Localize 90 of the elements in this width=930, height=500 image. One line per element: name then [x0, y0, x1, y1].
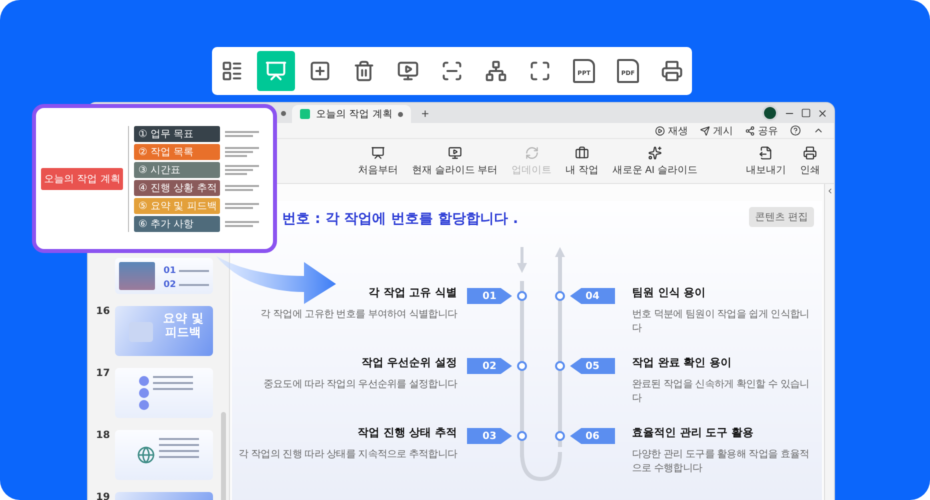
- number-tag: 03: [467, 428, 512, 444]
- dot-icon: [398, 112, 404, 116]
- item-description: 다양한 관리 도구를 활용해 작업을 효율적으로 수행합니다: [632, 448, 810, 476]
- frame-icon: [441, 60, 463, 82]
- leaf-text-lines: [225, 130, 260, 136]
- sparkle-icon: [648, 146, 662, 160]
- item-description: 번호 덕분에 팀원이 작업을 쉽게 인식합니다: [632, 308, 810, 336]
- header-action[interactable]: 재생: [655, 124, 688, 138]
- briefcase-icon: [574, 146, 589, 160]
- timeline-node: [555, 431, 565, 441]
- item-title: 각 작업 고유 식별: [368, 285, 457, 300]
- item-title: 팀원 인식 용이: [632, 285, 706, 300]
- slide-play-icon: [448, 146, 462, 160]
- item-title: 작업 완료 확인 용이: [632, 355, 732, 370]
- number-tag: 05: [570, 358, 615, 374]
- print-icon: [803, 146, 817, 160]
- export-icon: [759, 146, 773, 160]
- document-tab[interactable]: 오늘의 작업 계획: [292, 105, 412, 123]
- send-icon: [700, 126, 710, 136]
- photo-placeholder: [119, 262, 156, 290]
- slide-number: 17: [96, 368, 111, 379]
- timeline-node: [517, 431, 527, 441]
- new-tab-button[interactable]: +: [417, 106, 433, 120]
- number-tag: 06: [570, 428, 615, 444]
- item-description: 각 작업에 고유한 번호를 부여하여 식별합니다: [260, 308, 457, 322]
- document-icon: [300, 109, 310, 119]
- maximize-icon[interactable]: [801, 108, 811, 118]
- mind-map-node: ② 작업 목록: [134, 144, 220, 160]
- item-description: 각 작업의 진행 따라 상태를 지속적으로 추적합니다: [238, 448, 457, 462]
- ribbon-button[interactable]: 현재 슬라이드 부터: [412, 146, 498, 176]
- leaf-text-lines: [225, 184, 260, 190]
- ribbon-button[interactable]: 처음부터: [358, 146, 398, 176]
- scrollbar-thumb[interactable]: [221, 412, 226, 500]
- timeline-node: [517, 361, 527, 371]
- play-icon: [397, 60, 419, 82]
- play-icon: [655, 126, 665, 136]
- globe-icon: [137, 446, 155, 464]
- mind-map-node: ⑥ 추가 사항: [134, 216, 220, 232]
- leaf-text-lines: [225, 202, 260, 208]
- number-tag: 01: [467, 288, 512, 304]
- item-title: 효율적인 관리 도구 활용: [632, 425, 754, 440]
- ribbon-button[interactable]: 내 작업: [566, 146, 598, 176]
- help-icon[interactable]: [790, 125, 801, 136]
- outline-icon: [221, 60, 243, 82]
- slide-number: 19: [96, 492, 111, 500]
- timeline-node: [517, 291, 527, 301]
- mind-map-root: 오늘의 작업 계획: [41, 168, 124, 190]
- slide-thumbnail[interactable]: [115, 368, 213, 418]
- number-tag: 02: [467, 358, 512, 374]
- tab-label: 오늘의 작업 계획: [316, 108, 392, 121]
- number-tag: 04: [570, 288, 615, 304]
- slide-thumbnail[interactable]: [115, 430, 213, 480]
- mind-map-node: ⑤ 요약 및 피드백: [134, 198, 220, 214]
- hierarchy-icon: [485, 60, 507, 82]
- header-action[interactable]: 공유: [745, 124, 778, 138]
- slide-thumbnail[interactable]: 01 02: [115, 258, 213, 294]
- header-action[interactable]: 게시: [700, 124, 733, 138]
- print-icon: [661, 60, 683, 82]
- leaf-text-lines: [225, 220, 260, 226]
- slide-number: 16: [96, 306, 111, 317]
- leaf-text-lines: [225, 164, 260, 174]
- thumbnail-text: 01: [163, 266, 209, 276]
- ribbon-button[interactable]: 새로운 AI 슬라이드: [612, 146, 698, 176]
- presentation-icon: [265, 60, 287, 82]
- mind-map-node: ① 업무 목표: [134, 126, 220, 142]
- thumbnail-text: 02: [163, 280, 209, 290]
- timeline-node: [555, 291, 565, 301]
- slide-number: 18: [96, 430, 111, 441]
- ribbon-button[interactable]: 인쇄: [800, 146, 820, 176]
- item-title: 작업 우선순위 설정: [361, 355, 457, 370]
- leaf-text-lines: [225, 146, 260, 156]
- refresh-icon: [524, 146, 539, 160]
- timeline-node: [555, 361, 565, 371]
- add-slide-icon: [309, 60, 331, 82]
- avatar[interactable]: [762, 105, 778, 121]
- slide-title: 번호 : 각 작업에 번호를 할당합니다 .: [282, 210, 518, 228]
- item-description: 완료된 작업을 신속하게 확인할 수 있습니다: [632, 378, 810, 406]
- dot-icon: [281, 110, 286, 116]
- presentation-icon: [371, 146, 385, 160]
- ribbon-button[interactable]: 내보내기: [746, 146, 786, 176]
- close-icon[interactable]: [817, 108, 828, 118]
- delete-icon: [353, 60, 375, 82]
- item-title: 작업 진행 상태 추적: [358, 425, 457, 440]
- thumbnail-title: 요약 및 피드백: [162, 310, 204, 341]
- item-description: 중요도에 따라 작업의 우선순위를 설정합니다: [263, 378, 457, 392]
- fullscreen-icon: [529, 60, 551, 82]
- share-icon: [745, 126, 755, 136]
- mind-map-node: ④ 진행 상황 추적: [134, 180, 220, 196]
- mind-map-node: ③ 시간표: [134, 162, 220, 178]
- edit-content-button[interactable]: 콘텐츠 편집: [749, 207, 814, 227]
